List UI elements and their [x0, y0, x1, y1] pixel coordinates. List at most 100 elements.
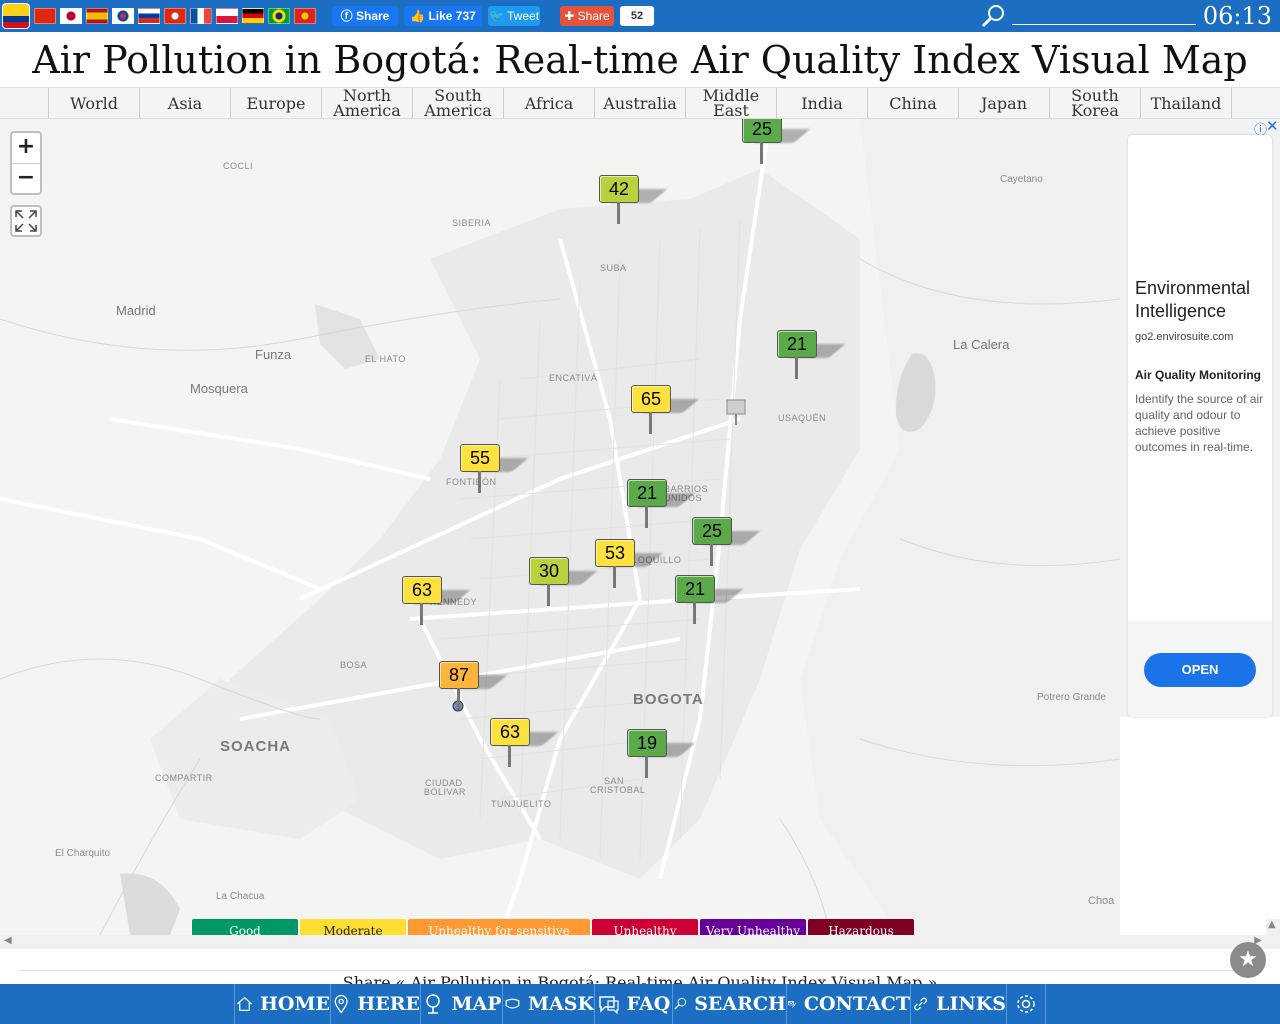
- flag-japan-icon[interactable]: [60, 8, 82, 24]
- ad-close-icon[interactable]: ✕: [1266, 117, 1279, 135]
- place-label: EL HATO: [365, 354, 406, 364]
- nav-map-label: MAP: [451, 993, 502, 1015]
- place-label: Cayetano: [1000, 174, 1043, 185]
- ad-card[interactable]: Environmental Intelligence go2.envirosui…: [1128, 135, 1272, 717]
- place-label: Madrid: [116, 303, 156, 318]
- aqi-value: 25: [692, 517, 732, 545]
- region-thailand[interactable]: Thailand: [1141, 88, 1232, 118]
- nav-here[interactable]: HERE: [330, 984, 420, 1024]
- nav-faq[interactable]: FAQ: [594, 984, 672, 1024]
- place-label: COCLI: [223, 161, 254, 171]
- station-marker[interactable]: 25: [742, 119, 811, 175]
- ad-title: Environmental Intelligence: [1135, 278, 1251, 321]
- search-icon[interactable]: [980, 3, 1006, 29]
- station-marker[interactable]: 53: [595, 539, 664, 599]
- map-base-layer: [0, 119, 1120, 935]
- zoom-in-button[interactable]: +: [12, 133, 40, 164]
- bottom-nav: HOME HERE MAP MASK FAQ SEARCH CONTACT LI…: [0, 984, 1280, 1024]
- nav-home[interactable]: HOME: [234, 984, 330, 1024]
- region-north-america[interactable]: North America: [322, 88, 413, 119]
- region-south-america[interactable]: South America: [413, 88, 504, 119]
- fullscreen-icon: [15, 210, 37, 232]
- place-label: SOACHA: [220, 738, 292, 755]
- station-marker[interactable]: 21: [675, 575, 744, 635]
- facebook-share-button[interactable]: ⓕ Share: [332, 6, 398, 26]
- station-marker[interactable]: 63: [490, 718, 559, 778]
- map-pin-icon: [426, 994, 441, 1014]
- nav-faq-label: FAQ: [626, 993, 671, 1015]
- horizontal-scrollbar[interactable]: ◀ ▶: [0, 935, 1266, 949]
- facebook-like-label: Like 737: [428, 9, 476, 23]
- scroll-left-icon[interactable]: ◀: [4, 935, 12, 946]
- scroll-up-icon[interactable]: ▲: [1268, 919, 1276, 930]
- fullscreen-button[interactable]: [10, 205, 42, 237]
- nav-contact[interactable]: CONTACT: [786, 984, 910, 1024]
- facebook-like-button[interactable]: 👍 Like 737: [404, 6, 482, 26]
- region-australia[interactable]: Australia: [595, 88, 686, 118]
- place-label: SUBA: [600, 263, 627, 273]
- region-japan[interactable]: Japan: [959, 88, 1050, 118]
- station-marker[interactable]: 19: [627, 729, 696, 789]
- zoom-out-button[interactable]: −: [12, 164, 40, 194]
- aqi-value: 21: [675, 575, 715, 603]
- tweet-button[interactable]: 🐦 Tweet: [488, 6, 540, 26]
- nav-mask[interactable]: MASK: [502, 984, 594, 1024]
- region-asia[interactable]: Asia: [140, 88, 231, 118]
- flag-china-icon[interactable]: [34, 8, 56, 24]
- flag-germany-icon[interactable]: [242, 8, 264, 24]
- station-marker[interactable]: 55: [460, 444, 529, 504]
- station-marker[interactable]: 30: [529, 557, 598, 617]
- addtoany-share-button[interactable]: ✚ Share: [560, 6, 614, 26]
- region-africa[interactable]: Africa: [504, 88, 595, 118]
- station-marker[interactable]: 63: [402, 576, 471, 636]
- station-marker[interactable]: 42: [599, 175, 668, 235]
- ad-domain: go2.envirosuite.com: [1135, 331, 1234, 343]
- region-china[interactable]: China: [868, 88, 959, 118]
- aqi-value: 30: [529, 557, 569, 585]
- search-input[interactable]: [1012, 24, 1196, 25]
- share-label: Share: [577, 9, 610, 23]
- nav-contact-label: CONTACT: [803, 993, 910, 1015]
- flag-poland-icon[interactable]: [216, 8, 238, 24]
- flag-colombia-icon[interactable]: [2, 3, 30, 29]
- search-icon: [674, 997, 687, 1010]
- nav-here-label: HERE: [357, 993, 420, 1015]
- place-label: El Charquito: [55, 848, 111, 859]
- region-india[interactable]: India: [777, 88, 868, 118]
- flag-korea-icon[interactable]: [112, 8, 134, 24]
- facebook-share-label: Share: [355, 9, 390, 23]
- ad-open-button[interactable]: OPEN: [1144, 653, 1256, 687]
- place-label: Potrero Grande: [1037, 692, 1106, 703]
- legend-moderate: Moderate: [300, 919, 406, 935]
- flag-spain-icon[interactable]: [86, 8, 108, 24]
- flag-hongkong-icon[interactable]: [164, 8, 186, 24]
- region-world[interactable]: World: [49, 88, 140, 118]
- nav-settings[interactable]: [1006, 984, 1046, 1024]
- zoom-control: + −: [10, 131, 42, 195]
- station-marker[interactable]: 65: [631, 385, 700, 445]
- station-marker[interactable]: 21: [777, 330, 846, 390]
- vertical-scrollbar[interactable]: ▲: [1266, 919, 1280, 949]
- region-south-korea[interactable]: South Korea: [1050, 88, 1141, 119]
- station-marker[interactable]: 25: [692, 517, 761, 577]
- ad-body: Identify the source of air quality and o…: [1135, 392, 1264, 454]
- nav-map[interactable]: MAP: [420, 984, 502, 1024]
- place-label: BOLIVAR: [424, 787, 466, 797]
- place-label: Choa: [1088, 895, 1115, 907]
- nav-links[interactable]: LINKS: [910, 984, 1006, 1024]
- station-marker[interactable]: 87: [439, 661, 508, 721]
- region-middle-east[interactable]: Middle East: [686, 88, 777, 119]
- air-quality-map[interactable]: COCLI SIBERIA Cayetano SUBA Madrid Funza…: [0, 119, 1120, 935]
- nav-search[interactable]: SEARCH: [672, 984, 786, 1024]
- station-marker[interactable]: 21: [627, 479, 696, 539]
- flag-russia-icon[interactable]: [138, 8, 160, 24]
- aqi-value: 65: [631, 385, 671, 413]
- favorite-star-icon[interactable]: ★: [1230, 942, 1266, 978]
- flag-vietnam-icon[interactable]: [294, 8, 316, 24]
- aqi-value: 55: [460, 444, 500, 472]
- flag-brazil-icon[interactable]: [268, 8, 290, 24]
- region-europe[interactable]: Europe: [231, 88, 322, 118]
- region-nav: World Asia Europe North America South Am…: [0, 87, 1280, 119]
- flag-france-icon[interactable]: [190, 8, 212, 24]
- plus-icon: ✚: [564, 9, 578, 23]
